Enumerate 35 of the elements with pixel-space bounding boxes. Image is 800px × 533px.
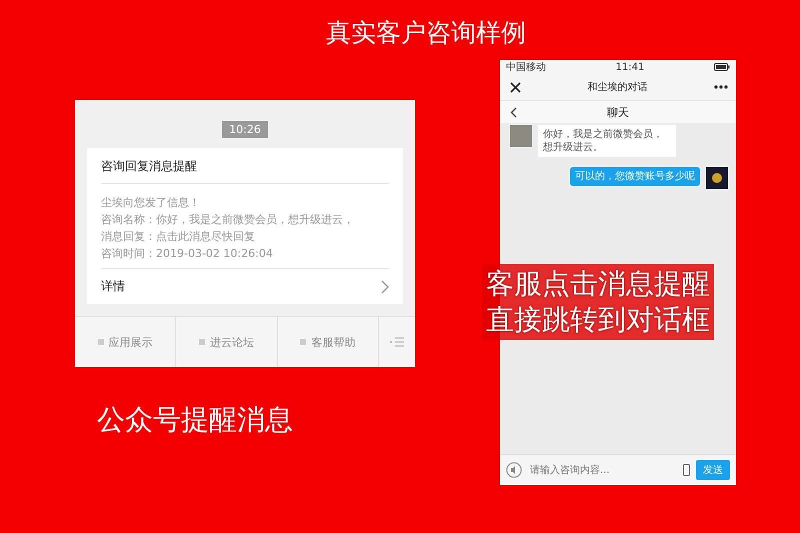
message-bubble: 可以的，您微赞账号多少呢 [570,167,700,186]
overlay-caption: 客服点击消息提醒 直接跳转到对话框 [482,264,714,340]
nav-title: 和尘埃的对话 [588,80,648,94]
menu-item[interactable]: 进云论坛 [176,317,278,367]
square-icon [98,339,104,345]
message-input-field[interactable]: 请输入咨询内容... [528,464,677,476]
timestamp-badge: 10:26 [222,121,268,138]
square-icon [198,339,205,345]
status-time: 11:41 [616,62,644,72]
phone-icon[interactable] [683,464,690,476]
avatar-photo-placeholder [510,125,532,147]
battery-icon [714,63,730,71]
card-text-line: 消息回复：点击此消息尽快回复 [101,229,256,245]
card-text-line: 咨询名称：你好，我是之前微赞会员，想升级进云， [101,212,355,228]
chevron-right-icon [381,280,389,294]
send-button[interactable]: 发送 [696,460,730,480]
menu-item[interactable]: 客服帮助 [278,317,379,367]
more-icon[interactable] [714,85,728,89]
carrier-label: 中国移动 [506,60,546,74]
card-text-line: 尘埃向您发了信息！ [101,195,201,211]
message-bubble: 你好，我是之前微赞会员，想升级进云。 [538,125,676,157]
close-icon[interactable] [510,82,521,92]
details-link[interactable]: 详情 [101,278,125,295]
avatar-icon [706,167,728,189]
message-input-bar[interactable]: 请输入咨询内容... 发送 [500,454,736,485]
square-icon [300,339,306,345]
voice-icon[interactable] [506,462,522,478]
headline: 真实客户咨询样例 [325,17,527,49]
card-text-line: 咨询时间：2019-03-02 10:26:04 [101,246,274,262]
message-card[interactable]: 咨询回复消息提醒 尘埃向您发了信息！ 咨询名称：你好，我是之前微赞会员，想升级进云， 消息回复：点击此消息尽快回复 咨询时间：2019-03-02 10:26:04 详情 [87,148,403,304]
back-icon[interactable] [510,106,517,118]
caption: 公众号提醒消息 [97,402,294,438]
card-title: 咨询回复消息提醒 [101,148,389,184]
menu-item[interactable]: 应用展示 [75,317,176,367]
chat-title: 聊天 [607,104,629,120]
